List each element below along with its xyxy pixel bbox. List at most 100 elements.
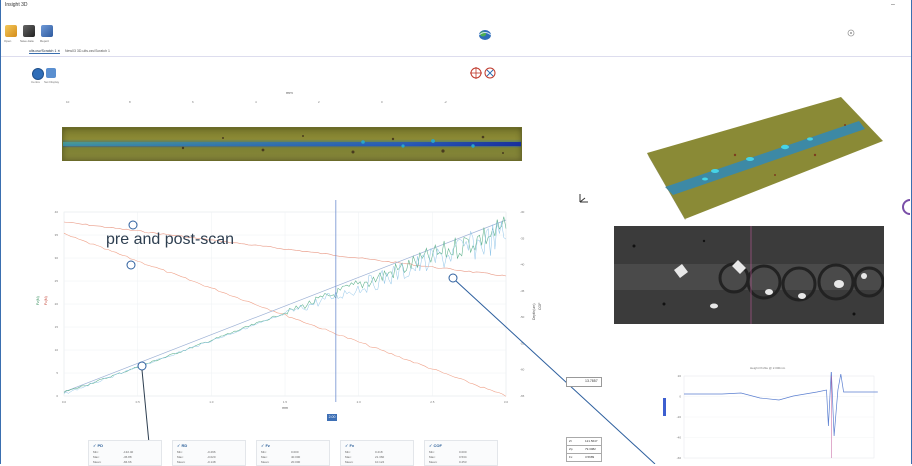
y-left-tick-label: 40 (55, 210, 59, 214)
annotation-text: pre and post-scan (106, 231, 235, 248)
stat-value: 10.124 (375, 460, 385, 464)
profile-y-tick-label: 0 (679, 395, 681, 399)
y-left-tick-label: 10 (55, 348, 59, 352)
profile-y-tick-label: -40 (677, 436, 682, 440)
set-display-icon[interactable] (46, 68, 56, 78)
y-right-tick-label: -55 (520, 341, 525, 345)
stat-value: 20.000 (291, 460, 301, 464)
y-right-tick-label: -65 (520, 394, 525, 398)
scan-debris (181, 135, 504, 154)
profile-title: Height Profile @ 2.000mm (750, 366, 786, 370)
stat-title: ✓ Fx (345, 443, 355, 448)
x-tick-label: 1.0 (209, 400, 214, 404)
target-icon[interactable] (470, 67, 482, 79)
stat-label: Max: (93, 455, 100, 459)
tab-bar (1, 46, 911, 57)
stat-label: Min: (261, 450, 267, 454)
profile-y-tick-label: -60 (677, 456, 682, 460)
value-readout: 13.7857 (566, 377, 602, 387)
toolbar: Open Save data Report (1, 12, 911, 46)
readout-value: 121.5647 (585, 439, 598, 443)
y-right-axis-label: COF (538, 303, 542, 310)
stat-value: -84.66 (123, 460, 132, 464)
stat-label: Max: (345, 455, 352, 459)
y-right-tick-label: -30 (520, 210, 525, 214)
y-left-tick-label: 5 (56, 371, 58, 375)
x-tick-label: 2.0 (357, 400, 362, 404)
profile-y-tick-label: -20 (677, 415, 682, 419)
readout-value: 79.3082 (585, 447, 596, 451)
top-axis-tick: -2 (444, 100, 447, 104)
y-right-tick-label: -60 (520, 368, 525, 372)
tab-new03-scratch-1[interactable]: New03 3D-ults.csv/Scratch 1 (65, 49, 110, 53)
3d-surface-view (647, 97, 883, 220)
profile-scale-bar[interactable] (663, 398, 666, 416)
readout-key: Zp (569, 447, 573, 451)
stat-title: ✓ Fz (261, 443, 270, 448)
tab-scratch-1[interactable]: ults.csv/Scratch 1 ✕ (29, 49, 61, 54)
readout-row-fx: Fx 3.5689 (566, 453, 602, 462)
set-display-label: Set Display (44, 80, 60, 84)
height-profile-panel: Height Profile @ 2.000mm 20 0 -20 -40 -60 (670, 366, 882, 464)
stat-label: Mean: (177, 460, 186, 464)
stat-value: -36.88 (123, 455, 132, 459)
split-icon[interactable] (484, 67, 496, 79)
y-left-tick-label: 25 (55, 279, 59, 283)
x-tick-label: 0.5 (136, 400, 141, 404)
centre-label: Centre (31, 80, 41, 84)
stat-value: 0.534 (459, 455, 467, 459)
y-left-tick-label: 15 (55, 325, 59, 329)
report-icon[interactable] (41, 25, 53, 37)
stat-value: 0.000 (291, 450, 299, 454)
x-tick-label: 2.5 (430, 400, 435, 404)
y-left-tick-label: 0 (56, 394, 58, 398)
open-folder-icon[interactable] (5, 25, 17, 37)
cursor-position-label[interactable]: 2.00 (327, 414, 337, 421)
axis-orientation-icon (579, 194, 588, 203)
settings-icon[interactable] (847, 29, 855, 37)
y-right-tick-label: -50 (520, 315, 525, 319)
scan-image-strip (62, 127, 522, 161)
stat-value: 0.253 (459, 460, 467, 464)
stat-value: 0.218 (375, 450, 383, 454)
y-right-tick-label: -40 (520, 263, 525, 267)
stat-box[interactable]: ✓ Fz Min: 0.000 Max: 40.000 Mean: 20.000 (256, 440, 330, 466)
readout-key: Zr (569, 439, 572, 443)
stat-box[interactable]: ✓ RD Min: -0.296 Max: -0.020 Mean: -0.148 (172, 440, 246, 466)
stat-value: 21.360 (375, 455, 385, 459)
toolbar-label-report: Report (40, 39, 50, 43)
stat-title: ✓ PD (93, 443, 104, 448)
stat-label: Mean: (345, 460, 354, 464)
top-axis-tick: 6 (192, 100, 194, 104)
y-left-tick-label: 20 (55, 302, 59, 306)
stat-label: Mean: (93, 460, 102, 464)
profile-y-tick-label: 20 (678, 374, 682, 378)
globe-logo-icon (478, 30, 492, 40)
top-axis-tick: 8 (129, 100, 131, 104)
y-right-tick-label: -45 (520, 289, 525, 293)
stat-label: Mean: (429, 460, 438, 464)
stat-value: 0.000 (459, 450, 467, 454)
readout-value: 3.5689 (585, 455, 595, 459)
stat-box[interactable]: ✓ PD Min: -132.40 Max: -36.88 Mean: -84.66 (88, 440, 162, 466)
stat-label: Min: (345, 450, 351, 454)
y-left-axis-label: Fz(N) (36, 296, 40, 305)
x-tick-label: 3.0 (504, 400, 509, 404)
height-profile-chart: 20 0 -20 -40 -60 (677, 372, 878, 460)
y-left-tick-label: 30 (55, 256, 59, 260)
stat-label: Max: (177, 455, 184, 459)
save-data-icon[interactable] (23, 25, 35, 37)
stat-box[interactable]: ✓ Fx Min: 0.218 Max: 21.360 Mean: 10.124 (340, 440, 414, 466)
stat-box[interactable]: ✓ COF Min: 0.000 Max: 0.534 Mean: 0.253 (424, 440, 498, 466)
top-axis-tick: 2 (318, 100, 320, 104)
micrograph-image (614, 226, 884, 324)
centre-icon[interactable] (32, 68, 44, 80)
stat-title: ✓ RD (177, 443, 188, 448)
top-axis-tick: 0 (381, 100, 383, 104)
toolbar-label-save: Save data (20, 39, 34, 43)
y-right2-axis-label: Depth(um) (532, 303, 536, 320)
toolbar-label-open: Open (4, 39, 12, 43)
minimize-button[interactable]: – (888, 0, 898, 10)
title-bar: Insight 3D (1, 0, 911, 12)
rotate-view-icon[interactable] (900, 196, 912, 218)
